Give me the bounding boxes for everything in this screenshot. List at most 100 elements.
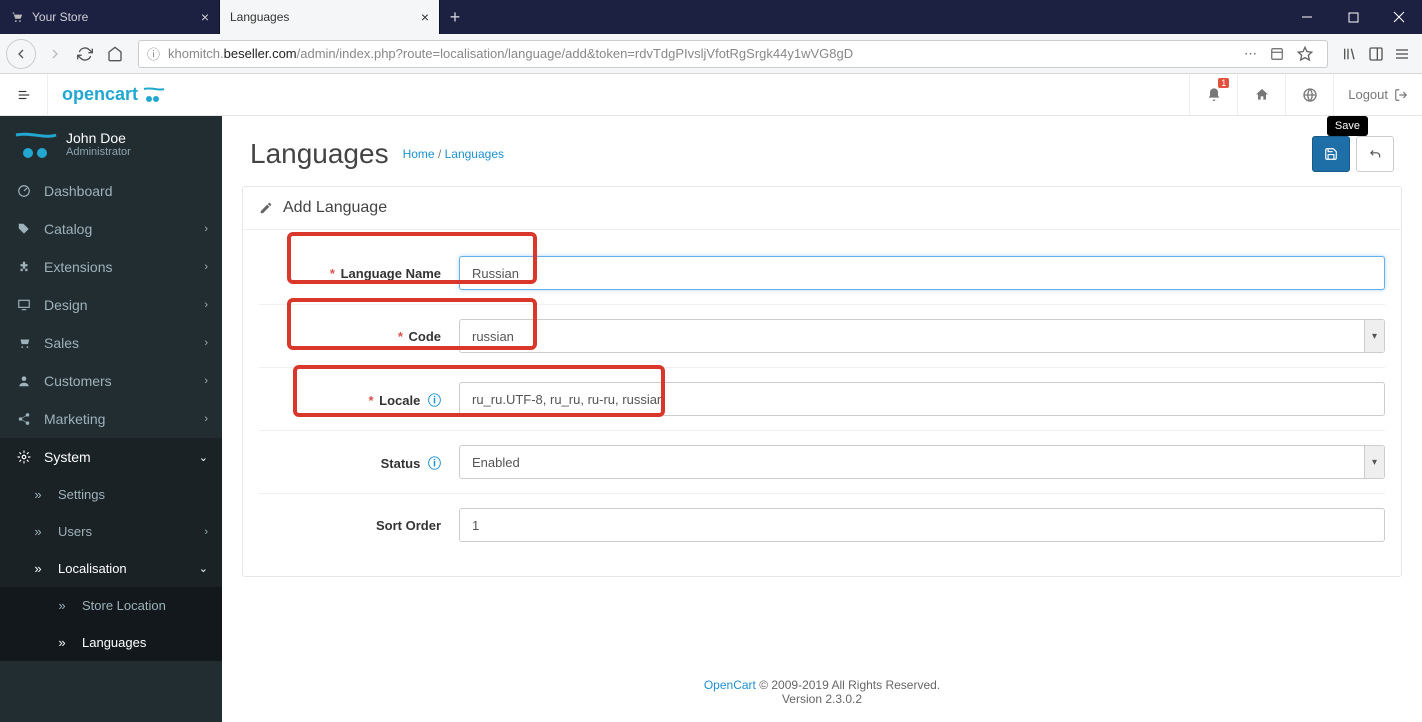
- window-controls: [1284, 0, 1422, 34]
- browser-tab-0[interactable]: Your Store ×: [0, 0, 220, 34]
- chevron-down-icon[interactable]: ▾: [1364, 320, 1384, 352]
- user-cart-icon: [14, 131, 54, 157]
- tab-title: Languages: [230, 10, 413, 24]
- reader-icon[interactable]: [1269, 47, 1285, 61]
- tab-title: Your Store: [32, 10, 193, 24]
- sidebar-item-catalog[interactable]: Catalog ›: [0, 210, 222, 248]
- reload-button[interactable]: [70, 39, 100, 69]
- select-status[interactable]: [459, 445, 1385, 479]
- logout-label: Logout: [1348, 87, 1388, 102]
- tab-close-icon[interactable]: ×: [421, 9, 429, 25]
- nav-label: Extensions: [44, 259, 112, 275]
- chevron-down-icon: ⌄: [199, 451, 208, 464]
- sidebar-item-customers[interactable]: Customers ›: [0, 362, 222, 400]
- sidebar-icon[interactable]: [1368, 46, 1384, 62]
- chevron-down-icon[interactable]: ▾: [1364, 446, 1384, 478]
- minimize-button[interactable]: [1284, 0, 1330, 34]
- puzzle-icon: [14, 260, 34, 274]
- sidebar-sub-localisation[interactable]: » Localisation ⌄: [0, 550, 222, 587]
- nav-label: Languages: [82, 635, 146, 650]
- sidebar-item-sales[interactable]: Sales ›: [0, 324, 222, 362]
- maximize-button[interactable]: [1330, 0, 1376, 34]
- save-button[interactable]: [1312, 136, 1350, 172]
- cart-favicon-icon: [10, 10, 24, 24]
- panel-title: Add Language: [283, 199, 387, 217]
- panel-heading: Add Language: [243, 187, 1401, 230]
- breadcrumb-home[interactable]: Home: [403, 147, 435, 161]
- chevron-right-icon: ›: [204, 375, 208, 387]
- sidebar-toggle-button[interactable]: [0, 74, 48, 116]
- input-code[interactable]: [459, 319, 1385, 353]
- notification-badge: 1: [1218, 78, 1229, 88]
- sidebar-item-system[interactable]: System ⌄: [0, 438, 222, 476]
- nav-label: Customers: [44, 373, 112, 389]
- row-status: Status ⓘ ▾: [259, 431, 1385, 494]
- logout-button[interactable]: Logout: [1333, 74, 1422, 115]
- breadcrumb: Home / Languages: [403, 147, 504, 161]
- home-link[interactable]: [1237, 74, 1285, 115]
- tab-close-icon[interactable]: ×: [201, 9, 209, 25]
- browser-titlebar: Your Store × Languages × +: [0, 0, 1422, 34]
- nav-label: System: [44, 449, 91, 465]
- row-language-name: * Language Name: [259, 242, 1385, 305]
- bookmark-icon[interactable]: [1297, 46, 1313, 62]
- arrow-icon: »: [28, 524, 48, 539]
- forward-button[interactable]: [40, 39, 70, 69]
- sidebar-item-dashboard[interactable]: Dashboard: [0, 172, 222, 210]
- help-icon[interactable]: ⓘ: [428, 393, 441, 408]
- breadcrumb-languages[interactable]: Languages: [445, 147, 504, 161]
- label-code: Code: [409, 329, 442, 344]
- url-bar[interactable]: ⓘ khomitch.khomitch.beseller.combeseller…: [138, 40, 1328, 68]
- nav-label: Design: [44, 297, 88, 313]
- chevron-right-icon: ›: [204, 223, 208, 235]
- nav-label: Localisation: [58, 561, 127, 576]
- nav-label: Catalog: [44, 221, 92, 237]
- app-header: opencart 1 Logout Save: [0, 74, 1422, 116]
- main-content: Languages Home / Languages Add Language: [222, 74, 1422, 722]
- footer-version: Version 2.3.0.2: [782, 692, 862, 706]
- cart-icon: [14, 336, 34, 350]
- input-sort-order[interactable]: [459, 508, 1385, 542]
- pencil-icon: [259, 201, 273, 215]
- nav-label: Users: [58, 524, 92, 539]
- share-icon: [14, 412, 34, 426]
- label-locale: Locale: [379, 393, 420, 408]
- chevron-right-icon: ›: [204, 413, 208, 425]
- input-language-name[interactable]: [459, 256, 1385, 290]
- home-button[interactable]: [100, 39, 130, 69]
- library-icon[interactable]: [1342, 46, 1358, 62]
- input-locale[interactable]: [459, 382, 1385, 416]
- sidebar-sub2-languages[interactable]: » Languages: [0, 624, 222, 661]
- browser-tab-1[interactable]: Languages ×: [220, 0, 440, 34]
- user-name: John Doe: [66, 130, 131, 146]
- user-icon: [14, 374, 34, 388]
- close-button[interactable]: [1376, 0, 1422, 34]
- new-tab-button[interactable]: +: [440, 0, 470, 34]
- chevron-right-icon: ›: [204, 526, 208, 538]
- more-icon[interactable]: ⋯: [1244, 46, 1257, 62]
- notifications-button[interactable]: 1: [1189, 74, 1237, 115]
- logo[interactable]: opencart: [48, 84, 180, 105]
- chevron-right-icon: ›: [204, 261, 208, 273]
- row-sort-order: Sort Order: [259, 494, 1385, 556]
- sidebar-item-design[interactable]: Design ›: [0, 286, 222, 324]
- help-icon[interactable]: ⓘ: [428, 456, 441, 471]
- panel-add-language: Add Language * Language Name * Code ▾: [242, 186, 1402, 577]
- back-button[interactable]: [6, 39, 36, 69]
- nav-label: Marketing: [44, 411, 105, 427]
- chevron-right-icon: ›: [204, 337, 208, 349]
- info-icon[interactable]: ⓘ: [147, 44, 160, 63]
- sidebar-item-extensions[interactable]: Extensions ›: [0, 248, 222, 286]
- nav-label: Settings: [58, 487, 105, 502]
- monitor-icon: [14, 298, 34, 312]
- footer-link[interactable]: OpenCart: [704, 678, 756, 692]
- sidebar: John Doe Administrator Dashboard Catalog…: [0, 74, 222, 722]
- sidebar-sub-users[interactable]: » Users ›: [0, 513, 222, 550]
- sidebar-item-marketing[interactable]: Marketing ›: [0, 400, 222, 438]
- globe-link[interactable]: [1285, 74, 1333, 115]
- user-panel: John Doe Administrator: [0, 116, 222, 172]
- menu-icon[interactable]: [1394, 46, 1410, 62]
- sidebar-sub-settings[interactable]: » Settings: [0, 476, 222, 513]
- sidebar-sub2-store-location[interactable]: » Store Location: [0, 587, 222, 624]
- cancel-button[interactable]: [1356, 136, 1394, 172]
